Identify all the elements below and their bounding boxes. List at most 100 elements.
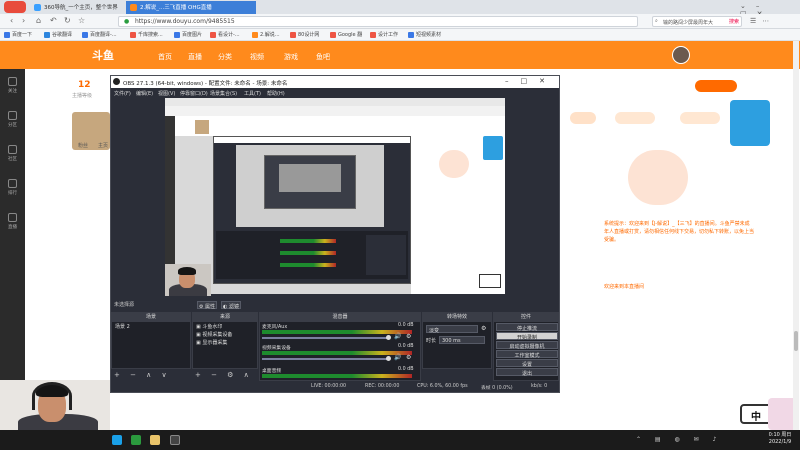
bookmark-item[interactable]: 2.解说...: [252, 31, 280, 38]
filters-button[interactable]: ◐ 滤镜: [221, 301, 241, 310]
room-level: 12: [78, 80, 91, 90]
scene-item[interactable]: 场景 2: [112, 322, 190, 330]
obs-webcam-source[interactable]: [165, 264, 211, 296]
gear-icon[interactable]: ⚙: [481, 325, 486, 332]
taskbar-clock[interactable]: 0:10 周日 2022/1/9: [760, 432, 800, 446]
transition-type-select[interactable]: 淡变: [426, 325, 478, 334]
source-item[interactable]: ▣ 斗鱼水印: [193, 322, 257, 330]
refresh-icon[interactable]: ↻: [64, 16, 71, 25]
speaker-icon[interactable]: 🔊: [394, 333, 401, 340]
obs-status-bar: LIVE: 00:00:00 REC: 00:00:00 CPU: 6.0%, …: [111, 382, 559, 392]
menu-docks[interactable]: 停靠窗口(D): [180, 90, 208, 97]
bookmark-item[interactable]: 80设计网: [290, 31, 319, 38]
mixer-volume-slider[interactable]: [262, 337, 390, 339]
back-icon[interactable]: ‹: [10, 16, 13, 25]
gear-icon[interactable]: ⚙: [406, 354, 411, 361]
scrollbar-thumb[interactable]: [794, 331, 798, 351]
menu-edit[interactable]: 编辑(E): [136, 90, 153, 97]
stop-streaming-button[interactable]: 停止推流: [496, 323, 558, 332]
obs-preview-canvas[interactable]: [165, 98, 505, 294]
duration-input[interactable]: 300 ms: [439, 336, 485, 344]
settings-button[interactable]: 设置: [496, 359, 558, 368]
promo-badge[interactable]: [730, 100, 770, 146]
menu-scene-collection[interactable]: 场景集合(S): [210, 90, 237, 97]
preview-room-strip: [175, 116, 411, 136]
star-icon[interactable]: ☆: [78, 16, 85, 25]
mixer-volume-knob[interactable]: [386, 356, 391, 361]
nav-live[interactable]: 直播: [188, 52, 202, 62]
gear-icon[interactable]: ⚙: [406, 333, 411, 340]
browser-tools-icons[interactable]: ☰⋯: [750, 17, 775, 25]
sidebar-item-community[interactable]: 社区: [3, 145, 22, 162]
menu-tools[interactable]: 工具(T): [244, 90, 261, 97]
source-item[interactable]: ▣ 显示器采集: [193, 338, 257, 346]
obs-title-bar[interactable]: OBS 27.1.3 (64-bit, windows) - 配置文件: 未命名…: [111, 76, 559, 88]
search-button[interactable]: 搜索: [729, 18, 739, 25]
tab-360-nav[interactable]: 360导航_一个主页，整个世界: [30, 1, 125, 14]
menu-file[interactable]: 文件(F): [114, 90, 131, 97]
forward-icon[interactable]: ›: [22, 16, 25, 25]
scenes-dock-controls[interactable]: + − ∧ ∨: [114, 371, 171, 379]
studio-mode-button[interactable]: 工作室模式: [496, 350, 558, 359]
douyu-logo[interactable]: 斗鱼: [92, 47, 114, 63]
bookmark-item[interactable]: 看设计-...: [210, 31, 240, 38]
sources-dock: ▣ 斗鱼水印 ▣ 视频采集设备 ▣ 显示器采集: [192, 321, 258, 369]
nav-home[interactable]: 首页: [158, 52, 172, 62]
bookmark-item[interactable]: 百度图片: [174, 31, 202, 38]
sidebar-item-follow[interactable]: 关注: [3, 77, 22, 94]
system-tray-icons[interactable]: ⌃ ▤ ◍ ✉ ♪: [636, 436, 722, 443]
scenes-dock: 场景 2: [111, 321, 191, 369]
folder-icon[interactable]: [150, 435, 160, 445]
menu-help[interactable]: 帮助(H): [267, 90, 285, 97]
start-virtual-camera-button[interactable]: 启动虚拟摄像机: [496, 341, 558, 350]
mixer-volume-slider[interactable]: [262, 358, 390, 360]
browser-search-box[interactable]: ⌕ 输的路闯少屏最周年大 搜索: [652, 16, 742, 27]
home-icon[interactable]: ⌂: [36, 16, 41, 25]
user-avatar[interactable]: [672, 46, 690, 64]
mixer-volume-knob[interactable]: [386, 335, 391, 340]
browser-360-icon[interactable]: [131, 435, 141, 445]
address-bar[interactable]: ● https://www.douyu.com/9485515: [118, 16, 638, 27]
start-recording-button[interactable]: 开始录制: [496, 332, 558, 341]
bookmark-item[interactable]: 短视频素材: [408, 31, 441, 38]
obs-title-text: OBS 27.1.3 (64-bit, windows) - 配置文件: 未命名…: [123, 81, 288, 87]
undo-icon[interactable]: ↶: [50, 16, 57, 25]
sources-dock-controls[interactable]: + − ⚙ ∧ ∨: [195, 371, 268, 379]
nav-game[interactable]: 游戏: [284, 52, 298, 62]
bookmark-item[interactable]: 千库搜索...: [130, 31, 163, 38]
fans-tab[interactable]: [680, 112, 720, 124]
nav-video[interactable]: 视频: [250, 52, 264, 62]
bookmark-item[interactable]: 谷歌翻译: [44, 31, 72, 38]
bookmark-item[interactable]: 百度一下: [4, 31, 32, 38]
chat-system-message: 系统提示：欢迎来到【J-解说】_【三飞】的直播间。斗鱼严禁未成年人直播或打赏，请…: [604, 220, 754, 244]
sidebar-item-category[interactable]: 分区: [3, 111, 22, 128]
edge-icon[interactable]: [112, 435, 122, 445]
bookmark-item[interactable]: Google 翻: [330, 31, 362, 38]
douyu-header: 斗鱼 首页 直播 分类 视频 游戏 鱼吧: [0, 41, 800, 69]
tab-favicon-icon: [34, 4, 41, 11]
follow-button[interactable]: [695, 80, 737, 92]
scenes-dock-header: 场景: [111, 312, 191, 321]
rank-tab[interactable]: [615, 112, 655, 124]
tab-douyu-live[interactable]: 2.解说_...三飞直播 OHG直播: [126, 1, 256, 14]
exit-button[interactable]: 退出: [496, 368, 558, 377]
streamer-tag: 主页: [98, 143, 109, 149]
sidebar-item-rank[interactable]: 排行: [3, 179, 22, 196]
mixer-channel-name: 桌面音频: [262, 369, 282, 374]
page-scrollbar[interactable]: [793, 41, 799, 430]
obs-taskbar-icon[interactable]: [170, 435, 180, 445]
tab-label: 2.解说_...三飞直播 OHG直播: [140, 5, 212, 11]
sidebar-item-live[interactable]: 直播: [3, 213, 22, 230]
bookmark-item[interactable]: 设计工作: [370, 31, 398, 38]
nav-fishbar[interactable]: 鱼吧: [316, 52, 330, 62]
source-item[interactable]: ▣ 视频采集设备: [193, 330, 257, 338]
bookmark-item[interactable]: 百度翻译-...: [82, 31, 117, 38]
tv-icon: [8, 213, 17, 222]
obs-window-controls[interactable]: –□✕: [505, 77, 557, 85]
speaker-icon[interactable]: 🔊: [394, 354, 401, 361]
cpu-fps: CPU: 6.0%, 60.00 fps: [417, 384, 468, 389]
nav-category[interactable]: 分类: [218, 52, 232, 62]
menu-view[interactable]: 视图(V): [158, 90, 175, 97]
gift-button[interactable]: [570, 112, 596, 124]
properties-button[interactable]: ⚙ 属性: [197, 301, 217, 310]
